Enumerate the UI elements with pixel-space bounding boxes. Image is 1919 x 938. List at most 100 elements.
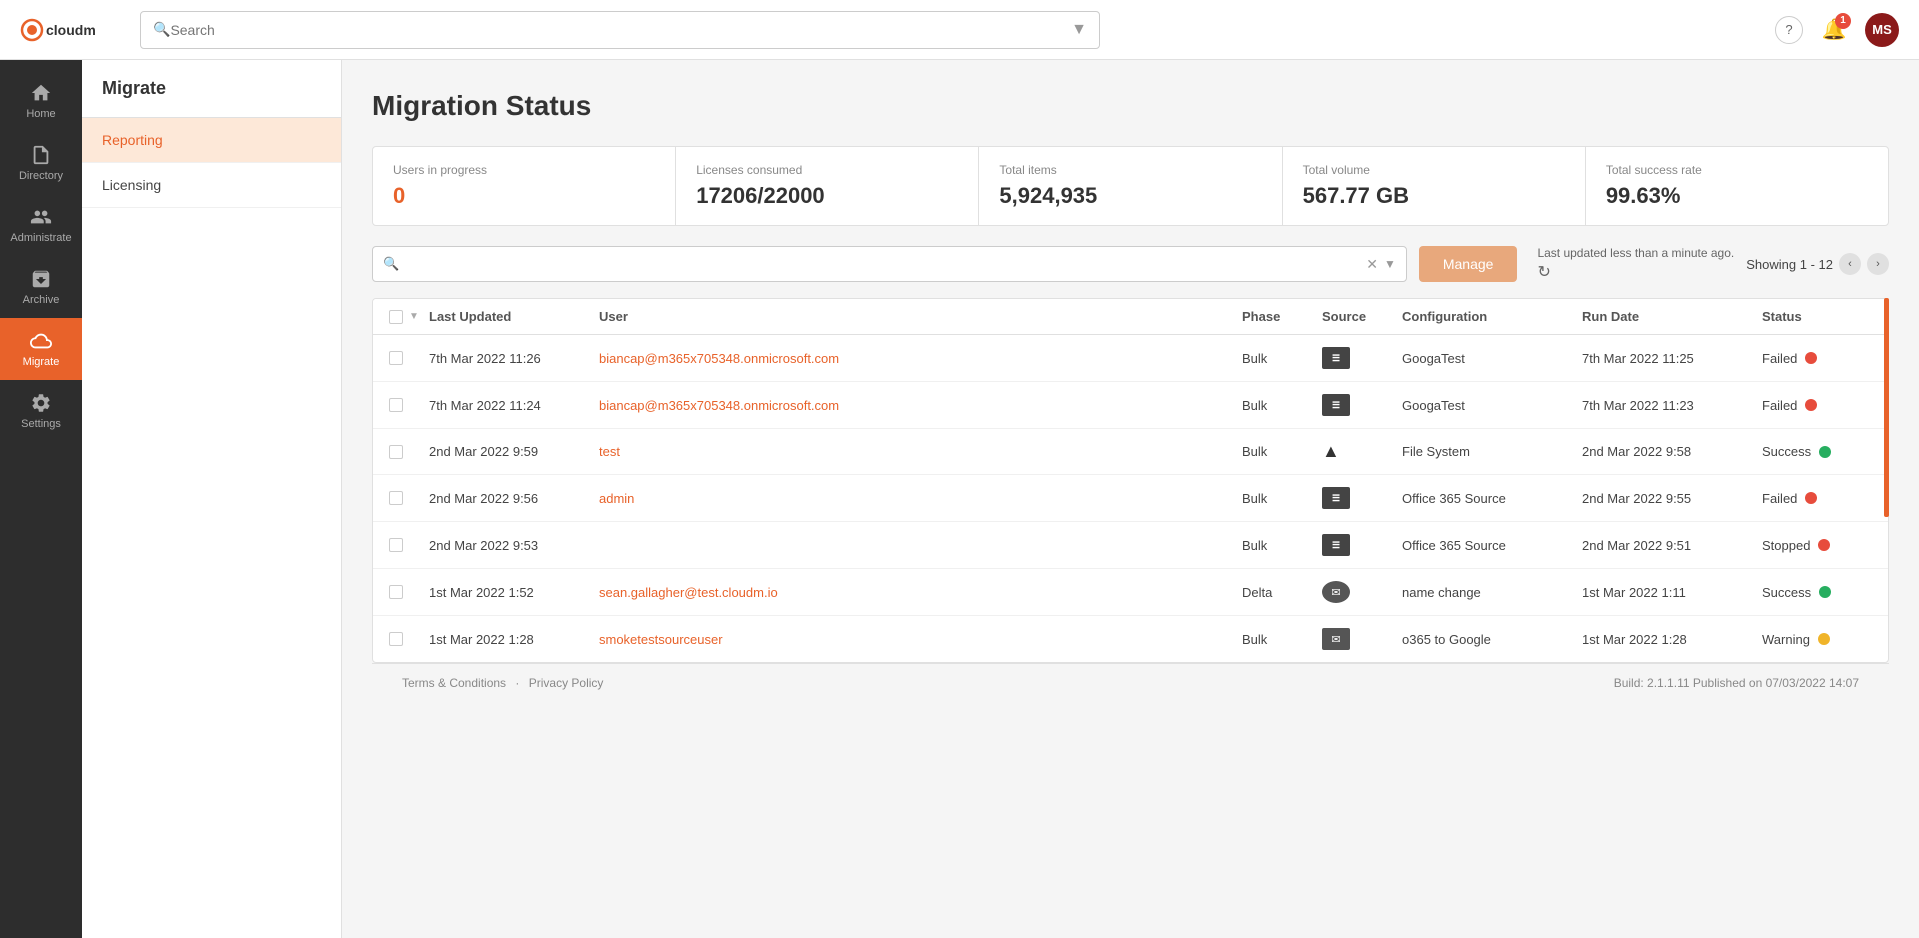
row-status: Failed (1762, 398, 1872, 413)
select-all-checkbox[interactable] (389, 310, 403, 324)
row-user: biancap@m365x705348.onmicrosoft.com (599, 398, 1242, 413)
administrate-icon (30, 206, 52, 228)
sidebar-item-home[interactable]: Home (0, 70, 82, 132)
search-input[interactable] (170, 22, 1063, 38)
sub-sidebar-item-reporting[interactable]: Reporting (82, 118, 341, 163)
row-status: Stopped (1762, 538, 1872, 553)
row-run-date: 1st Mar 2022 1:11 (1582, 585, 1762, 600)
col-header-phase: Phase (1242, 309, 1322, 324)
sidebar-item-settings[interactable]: Settings (0, 380, 82, 442)
last-updated-text: Last updated less than a minute ago. (1537, 246, 1734, 260)
sidebar-item-label: Settings (21, 418, 61, 430)
row-checkbox[interactable] (389, 351, 403, 365)
stats-row: Users in progress 0 Licenses consumed 17… (372, 146, 1889, 226)
main-content: Migration Status Users in progress 0 Lic… (342, 60, 1919, 938)
row-source: ☰ (1322, 487, 1402, 509)
row-source: ✉ (1322, 581, 1402, 603)
sub-sidebar: Migrate Reporting Licensing (82, 60, 342, 938)
stat-licenses-consumed: Licenses consumed 17206/22000 (676, 147, 979, 225)
header-check: ▼ (389, 310, 429, 324)
help-icon[interactable]: ? (1775, 16, 1803, 44)
user-link[interactable]: biancap@m365x705348.onmicrosoft.com (599, 351, 839, 366)
col-header-last-updated: Last Updated (429, 309, 599, 324)
row-checkbox[interactable] (389, 538, 403, 552)
filter-dropdown-arrow-icon[interactable]: ▼ (1384, 257, 1396, 271)
row-phase: Bulk (1242, 351, 1322, 366)
row-status: Success (1762, 585, 1872, 600)
avatar[interactable]: MS (1865, 13, 1899, 47)
footer-links: Terms & Conditions · Privacy Policy (402, 676, 603, 690)
status-dot (1818, 633, 1830, 645)
status-label: Failed (1762, 491, 1797, 506)
row-user: sean.gallagher@test.cloudm.io (599, 585, 1242, 600)
row-checkbox[interactable] (389, 585, 403, 599)
stat-label: Users in progress (393, 163, 655, 177)
user-link[interactable]: biancap@m365x705348.onmicrosoft.com (599, 398, 839, 413)
status-label: Stopped (1762, 538, 1810, 553)
sidebar-item-archive[interactable]: Archive (0, 256, 82, 318)
sub-sidebar-item-licensing[interactable]: Licensing (82, 163, 341, 208)
row-checkbox[interactable] (389, 445, 403, 459)
user-link[interactable]: smoketestsourceuser (599, 632, 723, 647)
row-configuration: GoogaTest (1402, 398, 1582, 413)
sidebar-item-label: Directory (19, 170, 63, 182)
sidebar-item-label: Archive (23, 294, 60, 306)
table-wrapper: ▼ Last Updated User Phase Source Configu… (372, 298, 1889, 663)
privacy-link[interactable]: Privacy Policy (529, 676, 604, 690)
search-icon: 🔍 (153, 21, 170, 38)
user-link[interactable]: sean.gallagher@test.cloudm.io (599, 585, 778, 600)
prev-page-button[interactable]: ‹ (1839, 253, 1861, 275)
status-dot (1805, 492, 1817, 504)
table-row: 7th Mar 2022 11:26 biancap@m365x705348.o… (373, 335, 1888, 382)
row-phase: Bulk (1242, 538, 1322, 553)
row-user: test (599, 444, 1242, 459)
directory-icon (30, 144, 52, 166)
refresh-icon[interactable]: ↻ (1537, 262, 1734, 282)
filter-search-input[interactable] (405, 257, 1360, 272)
notification-button[interactable]: 🔔 1 (1819, 15, 1849, 45)
row-last-updated: 2nd Mar 2022 9:53 (429, 538, 599, 553)
sidebar-item-directory[interactable]: Directory (0, 132, 82, 194)
stat-label: Licenses consumed (696, 163, 958, 177)
user-link[interactable]: admin (599, 491, 634, 506)
user-link[interactable]: test (599, 444, 620, 459)
topbar: cloudm 🔍 ▼ ? 🔔 1 MS (0, 0, 1919, 60)
row-source: ✉ (1322, 628, 1402, 650)
row-user: admin (599, 491, 1242, 506)
row-source: ▲ (1322, 441, 1402, 462)
col-header-status: Status (1762, 309, 1872, 324)
filter-clear-icon[interactable]: ✕ (1366, 256, 1378, 273)
sidebar-item-label: Migrate (23, 356, 60, 368)
table-body: 7th Mar 2022 11:26 biancap@m365x705348.o… (373, 335, 1888, 662)
stat-label: Total items (999, 163, 1261, 177)
search-bar[interactable]: 🔍 ▼ (140, 11, 1100, 49)
row-last-updated: 7th Mar 2022 11:24 (429, 398, 599, 413)
stat-value: 99.63% (1606, 183, 1868, 209)
search-dropdown-arrow[interactable]: ▼ (1071, 21, 1087, 39)
manage-button[interactable]: Manage (1419, 246, 1518, 282)
filter-search-bar[interactable]: 🔍 ✕ ▼ (372, 246, 1407, 282)
row-run-date: 2nd Mar 2022 9:55 (1582, 491, 1762, 506)
topbar-right: ? 🔔 1 MS (1775, 13, 1899, 47)
row-phase: Delta (1242, 585, 1322, 600)
terms-link[interactable]: Terms & Conditions (402, 676, 506, 690)
row-phase: Bulk (1242, 398, 1322, 413)
main-layout: Home Directory Administrate Archive Migr… (0, 60, 1919, 938)
sidebar-item-migrate[interactable]: Migrate (0, 318, 82, 380)
stat-total-volume: Total volume 567.77 GB (1283, 147, 1586, 225)
row-phase: Bulk (1242, 491, 1322, 506)
row-checkbox[interactable] (389, 398, 403, 412)
sidebar-item-administrate[interactable]: Administrate (0, 194, 82, 256)
stat-users-in-progress: Users in progress 0 (373, 147, 676, 225)
status-label: Success (1762, 444, 1811, 459)
sidebar-item-label: Administrate (10, 232, 71, 244)
table-row: 2nd Mar 2022 9:53 Bulk ☰ Office 365 Sour… (373, 522, 1888, 569)
table-row: 1st Mar 2022 1:52 sean.gallagher@test.cl… (373, 569, 1888, 616)
row-checkbox[interactable] (389, 491, 403, 505)
stat-value: 17206/22000 (696, 183, 958, 209)
row-last-updated: 1st Mar 2022 1:52 (429, 585, 599, 600)
next-page-button[interactable]: › (1867, 253, 1889, 275)
status-dot (1805, 399, 1817, 411)
row-checkbox[interactable] (389, 632, 403, 646)
row-run-date: 7th Mar 2022 11:23 (1582, 398, 1762, 413)
